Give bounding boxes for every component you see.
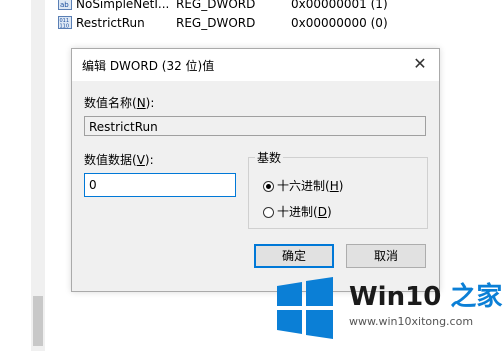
value-data: 0x00000000 (0) [291,16,388,30]
radio-selected-icon [263,181,274,192]
registry-binary-icon: ab [58,0,72,10]
cancel-button[interactable]: 取消 [346,244,426,268]
base-group: 基数 十六进制(H) 十进制(D) [248,149,428,229]
value-data-label: 数值数据(V): [84,153,154,167]
site-watermark: Win10 之家 www.win10xitong.com [269,270,504,351]
value-name-label: 数值名称(N): [84,96,155,110]
dialog-titlebar[interactable]: 编辑 DWORD (32 位)值 ✕ [72,49,439,81]
svg-text:ab: ab [60,1,69,9]
registry-binary-icon: 011 110 [58,16,72,29]
value-data: 0x00000001 (1) [291,0,388,11]
radio-hexadecimal[interactable]: 十六进制(H) [263,178,343,194]
radio-unselected-icon [263,207,274,218]
base-group-title: 基数 [255,149,284,166]
watermark-url: www.win10xitong.com [349,315,474,328]
value-data-input[interactable] [84,173,236,197]
value-name: RestrictRun [76,16,145,30]
value-name-field: RestrictRun [84,116,426,136]
svg-text:110: 110 [60,24,70,30]
edit-dword-dialog: 编辑 DWORD (32 位)值 ✕ 数值名称(N): RestrictRun … [71,48,440,292]
windows-logo-icon [277,277,333,339]
value-type: REG_DWORD [176,0,256,11]
close-icon[interactable]: ✕ [411,54,429,74]
ok-button[interactable]: 确定 [254,244,334,268]
scrollbar-thumb[interactable] [33,296,43,346]
watermark-brand: Win10 之家 [349,282,503,312]
value-name: NoSimpleNetI... [76,0,170,11]
radio-decimal[interactable]: 十进制(D) [263,204,332,220]
dialog-title: 编辑 DWORD (32 位)值 [82,59,215,73]
value-type: REG_DWORD [176,16,256,30]
